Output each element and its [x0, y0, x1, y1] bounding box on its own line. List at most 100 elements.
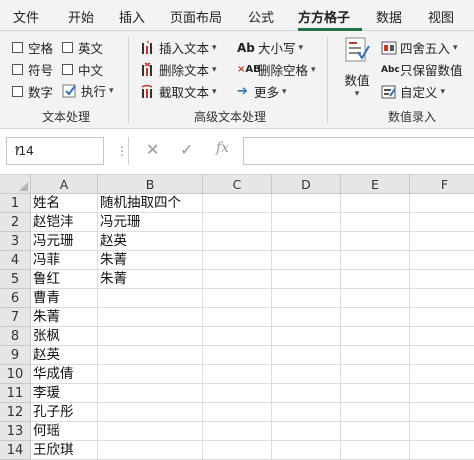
cell-f12[interactable] [410, 403, 474, 422]
row-header[interactable]: 4 [0, 251, 31, 270]
cell-a10[interactable]: 华成倩 [31, 365, 98, 384]
cell-c9[interactable] [203, 346, 272, 365]
cell-b1[interactable]: 随机抽取四个 [98, 194, 203, 213]
name-box[interactable]: I14 ▾ [6, 137, 104, 165]
column-header-e[interactable]: E [341, 175, 410, 194]
keep-value-button[interactable]: Abc 只保留数值 [381, 60, 463, 79]
round-button[interactable]: 四舍五入 ▾ [381, 38, 458, 57]
cell-b13[interactable] [98, 422, 203, 441]
cell-b2[interactable]: 冯元珊 [98, 213, 203, 232]
cell-f2[interactable] [410, 213, 474, 232]
custom-button[interactable]: 自定义 ▾ [381, 82, 445, 101]
cell-b6[interactable] [98, 289, 203, 308]
cell-a11[interactable]: 李瑗 [31, 384, 98, 403]
cell-d8[interactable] [272, 327, 341, 346]
value-button[interactable]: 数值 ▾ [340, 36, 374, 102]
select-all-corner[interactable] [0, 175, 31, 194]
cell-e13[interactable] [341, 422, 410, 441]
cell-c4[interactable] [203, 251, 272, 270]
cell-e2[interactable] [341, 213, 410, 232]
cell-a14[interactable]: 王欣琪 [31, 441, 98, 460]
column-header-d[interactable]: D [272, 175, 341, 194]
cell-d12[interactable] [272, 403, 341, 422]
cell-c10[interactable] [203, 365, 272, 384]
chevron-down-icon[interactable]: ▾ [15, 144, 97, 155]
cell-c8[interactable] [203, 327, 272, 346]
delete-spaces-button[interactable]: ×AB 删除空格 ▾ [237, 60, 316, 79]
cell-d3[interactable] [272, 232, 341, 251]
column-header-a[interactable]: A [31, 175, 98, 194]
cell-d1[interactable] [272, 194, 341, 213]
checkbox-box[interactable] [12, 86, 23, 97]
cell-d4[interactable] [272, 251, 341, 270]
checkbox-space[interactable]: 空格 [12, 38, 53, 57]
tab-view[interactable]: 视图 [428, 7, 454, 26]
cell-e11[interactable] [341, 384, 410, 403]
cell-a5[interactable]: 鲁红 [31, 270, 98, 289]
cell-a13[interactable]: 何瑶 [31, 422, 98, 441]
tab-insert[interactable]: 插入 [119, 7, 145, 26]
cell-c2[interactable] [203, 213, 272, 232]
cell-c12[interactable] [203, 403, 272, 422]
row-header[interactable]: 12 [0, 403, 31, 422]
cell-e9[interactable] [341, 346, 410, 365]
cell-e10[interactable] [341, 365, 410, 384]
cell-f1[interactable] [410, 194, 474, 213]
cell-c11[interactable] [203, 384, 272, 403]
checkbox-english[interactable]: 英文 [62, 38, 103, 57]
cell-a7[interactable]: 朱菁 [31, 308, 98, 327]
cell-d6[interactable] [272, 289, 341, 308]
cell-b8[interactable] [98, 327, 203, 346]
cell-c13[interactable] [203, 422, 272, 441]
column-header-f[interactable]: F [410, 175, 474, 194]
cell-d11[interactable] [272, 384, 341, 403]
insert-function-icon[interactable]: fx [216, 140, 229, 156]
tab-data[interactable]: 数据 [376, 7, 402, 26]
cancel-icon[interactable]: ✕ [146, 140, 159, 159]
tab-fangfanggezi[interactable]: 方方格子 [298, 7, 350, 26]
row-header[interactable]: 8 [0, 327, 31, 346]
checkbox-box[interactable] [12, 64, 23, 75]
row-header[interactable]: 13 [0, 422, 31, 441]
cell-b4[interactable]: 朱菁 [98, 251, 203, 270]
cell-b10[interactable] [98, 365, 203, 384]
cell-b14[interactable] [98, 441, 203, 460]
cell-a4[interactable]: 冯菲 [31, 251, 98, 270]
cell-f4[interactable] [410, 251, 474, 270]
cell-e14[interactable] [341, 441, 410, 460]
cell-b11[interactable] [98, 384, 203, 403]
insert-text-button[interactable]: 插入文本 ▾ [140, 38, 217, 57]
row-header[interactable]: 5 [0, 270, 31, 289]
cell-a2[interactable]: 赵铠沣 [31, 213, 98, 232]
column-header-c[interactable]: C [203, 175, 272, 194]
cell-f6[interactable] [410, 289, 474, 308]
cell-f14[interactable] [410, 441, 474, 460]
checkbox-box[interactable] [62, 64, 73, 75]
cell-a1[interactable]: 姓名 [31, 194, 98, 213]
row-header[interactable]: 9 [0, 346, 31, 365]
cell-b12[interactable] [98, 403, 203, 422]
cell-e5[interactable] [341, 270, 410, 289]
row-header[interactable]: 2 [0, 213, 31, 232]
row-header[interactable]: 10 [0, 365, 31, 384]
extract-text-button[interactable]: 截取文本 ▾ [140, 82, 217, 101]
execute-button[interactable]: 执行 ▾ [62, 81, 114, 100]
cell-a3[interactable]: 冯元珊 [31, 232, 98, 251]
cell-c3[interactable] [203, 232, 272, 251]
tab-formulas[interactable]: 公式 [248, 7, 274, 26]
tab-page-layout[interactable]: 页面布局 [170, 7, 222, 26]
row-header[interactable]: 7 [0, 308, 31, 327]
cell-d10[interactable] [272, 365, 341, 384]
cell-c5[interactable] [203, 270, 272, 289]
cell-e7[interactable] [341, 308, 410, 327]
row-header[interactable]: 11 [0, 384, 31, 403]
cell-b3[interactable]: 赵英 [98, 232, 203, 251]
row-header[interactable]: 1 [0, 194, 31, 213]
cell-d14[interactable] [272, 441, 341, 460]
cell-d7[interactable] [272, 308, 341, 327]
checkbox-number[interactable]: 数字 [12, 82, 53, 101]
cell-c7[interactable] [203, 308, 272, 327]
cell-b7[interactable] [98, 308, 203, 327]
cell-f8[interactable] [410, 327, 474, 346]
cell-f13[interactable] [410, 422, 474, 441]
